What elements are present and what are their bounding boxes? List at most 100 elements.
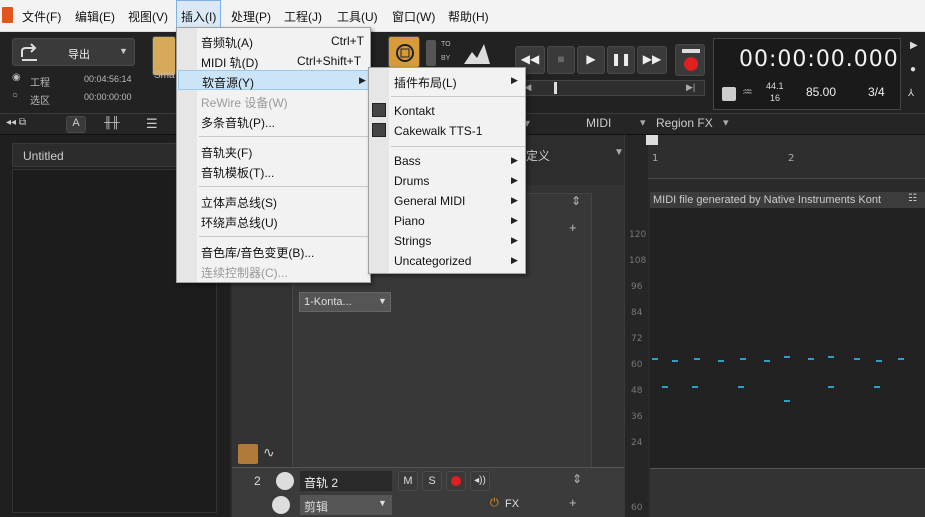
input-echo-button[interactable]: ◂)) — [470, 471, 490, 491]
waveform-view-icon[interactable]: ╫╫ — [104, 117, 120, 129]
menu-help[interactable]: 帮助(H) — [444, 0, 493, 32]
pitch-label: 108 — [629, 256, 647, 266]
midi-note — [874, 386, 880, 388]
shortcut-audio-track: Ctrl+T — [331, 34, 364, 48]
time-ruler[interactable]: 1 2 — [646, 135, 925, 179]
pitch-label: 36 — [631, 412, 643, 422]
play-button[interactable]: ▶ — [577, 46, 605, 74]
meter-value[interactable]: 3/4 — [868, 85, 885, 99]
menu-item-bank-patch[interactable]: 音色库/音色变更(B)... — [201, 244, 314, 261]
mute-button[interactable]: M — [398, 471, 418, 491]
sync-icon[interactable] — [722, 87, 736, 101]
submenu-item-piano[interactable]: Piano — [394, 214, 425, 228]
time-display-panel: 00:00:00.000 ♒ 44.1 16 85.00 3/4 — [713, 38, 901, 110]
menu-separator — [199, 136, 369, 137]
track-2-collapse-icon[interactable]: ⇕ — [572, 472, 582, 486]
midi-note — [738, 386, 744, 388]
now-marker-icon[interactable] — [646, 135, 658, 145]
track-2-edit-selector[interactable]: 剪辑 ▼ — [300, 495, 392, 515]
menu-item-midi-track[interactable]: MIDI 轨(D) — [201, 54, 258, 71]
menu-edit[interactable]: 编辑(E) — [71, 0, 119, 32]
by-label: BY — [441, 55, 451, 62]
track-1-add-icon[interactable]: + — [569, 220, 577, 235]
track-2-lane[interactable] — [650, 468, 925, 517]
menu-view[interactable]: 视图(V) — [124, 0, 172, 32]
export-button[interactable]: 导出 ▼ — [12, 38, 135, 66]
waveform-icon[interactable] — [462, 38, 492, 68]
midi-clip-body[interactable] — [650, 208, 925, 468]
list-view-icon[interactable]: ☰ — [146, 116, 158, 132]
metronome-icon[interactable]: ⅄ — [908, 88, 914, 99]
panel-dot-icon[interactable]: ● — [910, 64, 916, 75]
fast-forward-button[interactable]: ▶▶ — [637, 46, 667, 74]
clip-title: MIDI file generated by Native Instrument… — [653, 194, 882, 206]
kontakt-icon — [372, 103, 386, 117]
pitch-label: 120 — [629, 230, 647, 240]
pause-button[interactable]: ❚❚ — [607, 46, 635, 74]
menu-item-soft-synth[interactable]: 软音源(Y) ▶ — [178, 70, 369, 90]
menu-item-track-template[interactable]: 音轨模板(T)... — [201, 164, 274, 181]
midi-note — [694, 358, 700, 360]
solo-button[interactable]: S — [422, 471, 442, 491]
menu-item-track-folder[interactable]: 音轨夹(F) — [201, 144, 252, 161]
time-display[interactable]: 00:00:00.000 — [739, 47, 899, 72]
track-header-chevron-icon[interactable]: ▼ — [614, 147, 624, 158]
clips-pane: 1 2 MIDI file generated by Native Instru… — [646, 135, 925, 517]
pitch-ruler: 120 108 96 84 72 60 48 36 24 60 — [624, 135, 648, 517]
midi-note — [828, 356, 834, 358]
track-header-label: 定义 — [526, 149, 551, 163]
strip-nav-icon[interactable]: ◂◂ ⧉ — [6, 117, 26, 128]
record-button[interactable] — [675, 44, 705, 76]
metronome-off-icon[interactable]: ♒ — [742, 85, 753, 99]
submenu-arrow-icon: ▶ — [359, 75, 366, 85]
to-by-switch[interactable] — [426, 40, 436, 66]
track-1-collapse-icon[interactable]: ⇕ — [571, 194, 581, 208]
track-2-name-field[interactable]: 音轨 2 — [300, 471, 392, 491]
track-2-number: 2 — [254, 474, 261, 488]
clip-menu-icon[interactable]: ☷ — [908, 193, 917, 204]
submenu-item-bass[interactable]: Bass — [394, 154, 421, 168]
automation-icon[interactable]: ∿ — [263, 444, 275, 461]
snap-button[interactable] — [388, 36, 420, 68]
midi-note — [652, 358, 658, 360]
menu-separator — [391, 146, 525, 147]
menu-item-surround-bus[interactable]: 环绕声总线(U) — [201, 214, 278, 231]
menu-file[interactable]: 文件(F) — [18, 0, 65, 32]
midi-note — [692, 386, 698, 388]
submenu-item-uncategorized[interactable]: Uncategorized — [394, 254, 471, 268]
scrub-handle[interactable] — [554, 82, 557, 94]
submenu-item-tts1[interactable]: Cakewalk TTS-1 — [394, 124, 482, 138]
project-radio[interactable]: ◉ — [12, 72, 21, 83]
pitch-label: 72 — [631, 334, 643, 344]
menu-bar: 文件(F) 编辑(E) 视图(V) 插入(I) 处理(P) 工程(J) 工具(U… — [0, 0, 925, 32]
stop-button[interactable]: ■ — [547, 46, 575, 74]
midi-note — [764, 360, 770, 362]
submenu-item-kontakt[interactable]: Kontakt — [394, 104, 435, 118]
fx-add-icon[interactable]: + — [569, 495, 577, 510]
fx-power-icon[interactable]: ⏻ — [490, 497, 499, 510]
menu-item-audio-track[interactable]: 音频轨(A) — [201, 34, 253, 51]
track-2-instrument-icon — [272, 496, 290, 514]
submenu-arrow-icon: ▶ — [511, 75, 518, 85]
record-dot-icon — [684, 57, 698, 71]
clip-header[interactable]: MIDI file generated by Native Instrument… — [650, 192, 925, 208]
submenu-item-general-midi[interactable]: General MIDI — [394, 194, 465, 208]
pitch-label: 84 — [631, 308, 643, 318]
record-arm-button[interactable] — [446, 471, 466, 491]
track-list-icon[interactable] — [238, 444, 258, 464]
selection-radio[interactable]: ○ — [12, 90, 18, 101]
panel-arrow-icon[interactable]: ▶ — [910, 40, 918, 51]
submenu-item-strings[interactable]: Strings — [394, 234, 431, 248]
submenu-item-plugin-layout[interactable]: 插件布局(L) — [394, 74, 457, 91]
tempo-value[interactable]: 85.00 — [806, 85, 836, 99]
menu-item-stereo-bus[interactable]: 立体声总线(S) — [201, 194, 277, 211]
a-button-icon[interactable]: A — [66, 116, 86, 133]
submenu-item-drums[interactable]: Drums — [394, 174, 429, 188]
region-fx-menu[interactable]: Region FX — [656, 116, 713, 130]
midi-view-menu[interactable]: MIDI — [586, 116, 611, 130]
position-scrubber[interactable]: |◀ ▶| — [515, 80, 705, 96]
menu-window[interactable]: 窗口(W) — [388, 0, 439, 32]
pitch-label: 60 — [631, 360, 643, 370]
instrument-selector[interactable]: 1-Konta... ▼ — [299, 292, 391, 312]
menu-item-multiple-tracks[interactable]: 多条音轨(P)... — [201, 114, 275, 131]
